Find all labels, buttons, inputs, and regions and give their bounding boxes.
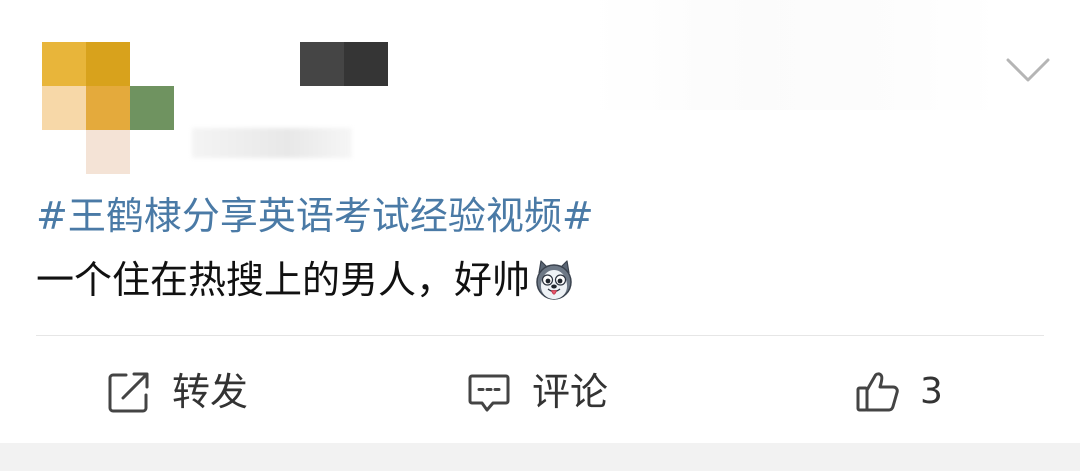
post-content: 一个住在热搜上的男人，好帅 xyxy=(36,252,576,308)
comment-bubble-icon xyxy=(466,369,512,415)
like-button[interactable]: 3 xyxy=(854,362,943,422)
repost-button[interactable]: 转发 xyxy=(106,362,248,422)
repost-label: 转发 xyxy=(172,370,249,414)
avatar-pixel xyxy=(130,86,174,130)
username-pixel xyxy=(300,42,344,86)
comment-label: 评论 xyxy=(532,370,609,414)
post-meta xyxy=(192,128,352,158)
like-count: 3 xyxy=(920,371,943,412)
avatar-pixel xyxy=(86,86,130,130)
header-blur xyxy=(590,0,1000,110)
feed-separator xyxy=(0,443,1080,471)
post-content-text: 一个住在热搜上的男人，好帅 xyxy=(36,258,531,302)
chevron-down-icon[interactable] xyxy=(1004,50,1052,90)
avatar-pixel xyxy=(86,130,130,174)
avatar-pixel xyxy=(42,86,86,130)
avatar-pixel xyxy=(42,42,86,86)
husky-dog-emoji-icon xyxy=(532,258,576,302)
username-pixel xyxy=(344,42,388,86)
username[interactable] xyxy=(300,42,388,86)
divider xyxy=(36,335,1044,336)
topic-hashtag-link[interactable]: #王鹤棣分享英语考试经验视频# xyxy=(36,188,594,244)
avatar[interactable] xyxy=(42,42,174,174)
share-edit-icon xyxy=(106,369,152,415)
thumbs-up-icon xyxy=(854,368,902,416)
avatar-pixel xyxy=(86,42,130,86)
comment-button[interactable]: 评论 xyxy=(466,362,608,422)
